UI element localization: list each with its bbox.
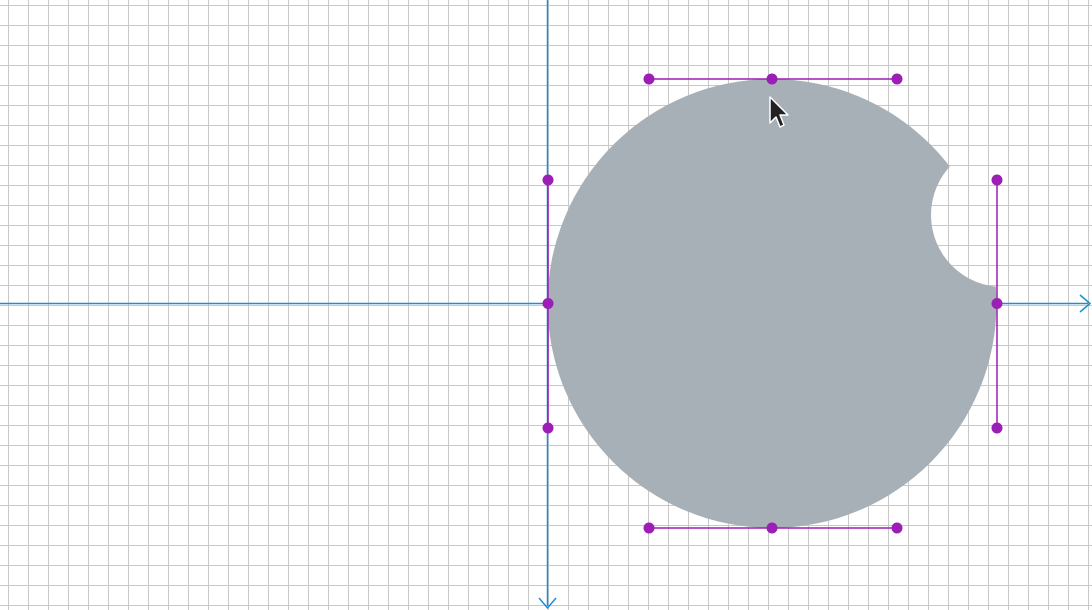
control-handle-left-middle[interactable] [542,298,554,309]
control-handle-left-bottom[interactable] [542,422,554,434]
bitten-circle-shape[interactable] [547,79,997,528]
control-handle-right-middle[interactable] [991,298,1003,309]
control-handle-right-bottom[interactable] [991,422,1003,434]
canvas-stage [0,0,1092,610]
drawing-canvas[interactable] [0,0,1092,610]
control-handle-bottom-right[interactable] [891,522,903,534]
control-handle-top-center[interactable] [766,73,778,85]
control-handle-bottom-center[interactable] [766,522,778,534]
control-handle-bottom-left[interactable] [643,522,655,534]
control-handle-right-top[interactable] [991,174,1003,186]
control-handle-top-right[interactable] [891,73,903,85]
control-handle-top-left[interactable] [643,73,655,85]
control-handle-left-top[interactable] [542,174,554,186]
